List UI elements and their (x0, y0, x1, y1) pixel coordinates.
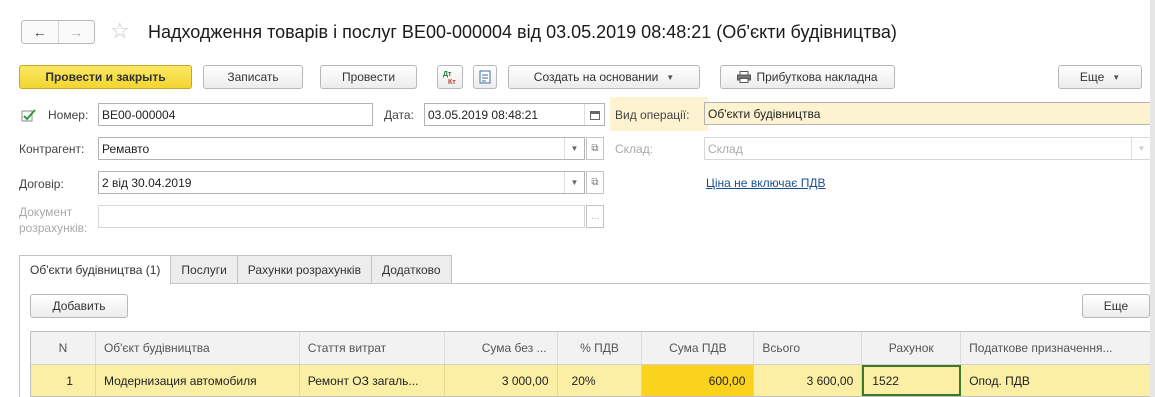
chevron-down-icon[interactable]: ▼ (564, 138, 584, 159)
page-title: Надходження товарів і послуг BE00-000004… (148, 22, 897, 42)
settlement-label-line1: Документ (19, 205, 73, 219)
table-cell[interactable]: 1 (31, 365, 96, 396)
table-row[interactable]: 1 Модернизация автомобиля Ремонт ОЗ зага… (31, 365, 1155, 396)
open-contract-icon[interactable]: ⧉ (586, 171, 604, 194)
table-cell[interactable]: Ремонт ОЗ загаль... (300, 365, 445, 396)
chevron-down-icon: ▼ (666, 72, 675, 82)
chevron-down-icon[interactable]: ▼ (1131, 138, 1151, 159)
table-cell[interactable]: 20% (558, 365, 643, 396)
table-cell[interactable]: Модернизация автомобиля (96, 365, 300, 396)
save-button[interactable]: Записать (203, 65, 303, 89)
operation-field[interactable]: Об'єкти будівництва (704, 102, 1152, 125)
column-header[interactable]: Сума ПДВ (642, 332, 755, 364)
receipt-invoice-label: Прибуткова накладна (756, 70, 878, 84)
calendar-icon[interactable] (584, 104, 604, 125)
tab-services[interactable]: Послуги (170, 255, 238, 283)
warehouse-field[interactable]: Склад ▼ (704, 137, 1152, 160)
dt-kt-button[interactable]: Дт Кт (437, 65, 463, 89)
vat-link[interactable]: Ціна не включає ПДВ (706, 176, 825, 190)
warehouse-label: Склад: (615, 142, 654, 156)
chevron-down-icon: ▼ (1112, 72, 1121, 82)
date-label: Дата: (384, 108, 414, 122)
date-value: 03.05.2019 08:48:21 (428, 107, 539, 122)
more-label: Еще (1079, 70, 1105, 84)
document-icon (479, 70, 491, 84)
counterparty-field[interactable]: Ремавто ▼ (98, 137, 585, 160)
select-settlement-button[interactable]: ... (586, 205, 604, 228)
date-field[interactable]: 03.05.2019 08:48:21 (424, 103, 605, 126)
column-header[interactable]: N (31, 332, 96, 364)
number-label: Номер: (48, 108, 89, 122)
add-row-button[interactable]: Добавить (30, 294, 128, 318)
favorite-star-icon[interactable]: ☆ (110, 19, 130, 43)
number-field[interactable]: BE00-000004 (98, 103, 373, 126)
column-header[interactable]: Всього (754, 332, 863, 364)
window-edge (1150, 0, 1155, 397)
column-header[interactable]: Податкове призначення... (961, 332, 1155, 364)
tab-bar: Об'єкти будівництва (1) Послуги Рахунки … (19, 255, 452, 284)
tab-settlement-accounts[interactable]: Рахунки розрахунків (236, 255, 372, 283)
printer-icon (737, 71, 752, 83)
create-based-on-dropdown[interactable]: Создать на основании ▼ (508, 65, 700, 89)
contract-value: 2 від 30.04.2019 (102, 175, 192, 190)
svg-text:Дт: Дт (443, 71, 452, 78)
table-cell-selected[interactable]: 1522 (862, 365, 962, 396)
table-cell[interactable]: 3 600,00 (754, 365, 863, 396)
operation-label: Вид операції: (615, 108, 690, 122)
number-value: BE00-000004 (102, 107, 176, 122)
counterparty-value: Ремавто (102, 141, 150, 156)
more-button[interactable]: Еще ▼ (1058, 65, 1142, 89)
table-cell[interactable]: Опод. ПДВ (961, 365, 1155, 396)
settlement-label-line2: розрахунків: (19, 221, 88, 235)
back-arrow-icon[interactable]: ← (22, 21, 58, 43)
post-button[interactable]: Провести (320, 65, 417, 89)
column-header[interactable]: Об'єкт будівництва (96, 332, 300, 364)
column-header[interactable]: % ПДВ (558, 332, 643, 364)
counterparty-label: Контрагент: (19, 142, 85, 156)
column-header[interactable]: Рахунок (862, 332, 962, 364)
report-button[interactable] (473, 65, 497, 89)
operation-value: Об'єкти будівництва (708, 106, 821, 121)
construction-objects-table: N Об'єкт будівництва Стаття витрат Сума … (30, 331, 1155, 397)
table-more-button[interactable]: Еще (1082, 294, 1150, 318)
create-based-on-label: Создать на основании (533, 70, 659, 84)
open-counterparty-icon[interactable]: ⧉ (586, 137, 604, 160)
warehouse-placeholder: Склад (708, 141, 743, 156)
settlement-document-field[interactable] (98, 205, 585, 228)
column-header[interactable]: Сума без ... (445, 332, 558, 364)
svg-text:Кт: Кт (448, 79, 456, 85)
navigation-buttons: ← → (21, 20, 95, 44)
table-cell[interactable]: 3 000,00 (445, 365, 558, 396)
table-cell[interactable]: 600,00 (642, 365, 755, 396)
chevron-down-icon[interactable]: ▼ (564, 172, 584, 193)
tab-additional[interactable]: Додатково (370, 255, 452, 283)
tab-construction-objects[interactable]: Об'єкти будівництва (1) (19, 255, 172, 284)
contract-label: Договір: (19, 177, 64, 191)
dt-kt-icon: Дт Кт (443, 71, 456, 85)
receipt-invoice-button[interactable]: Прибуткова накладна (720, 65, 895, 89)
column-header[interactable]: Стаття витрат (300, 332, 445, 364)
table-header: N Об'єкт будівництва Стаття витрат Сума … (31, 332, 1155, 365)
forward-arrow-icon[interactable]: → (57, 21, 95, 43)
posted-status-icon (21, 108, 37, 125)
contract-field[interactable]: 2 від 30.04.2019 ▼ (98, 171, 585, 194)
post-and-close-button[interactable]: Провести и закрыть (19, 65, 192, 89)
